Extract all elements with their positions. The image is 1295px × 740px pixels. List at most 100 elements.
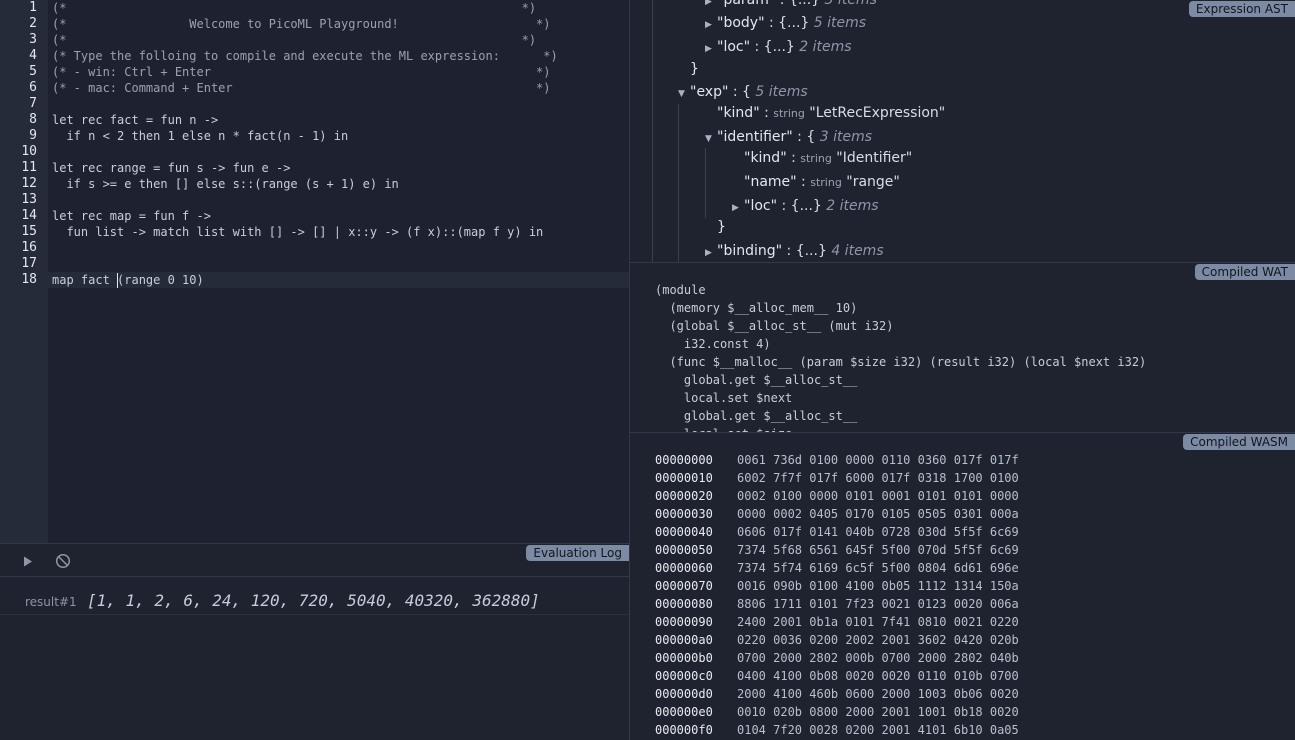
log-entry-label: result#1 xyxy=(25,595,77,609)
tree-guide-line xyxy=(705,148,706,218)
ast-value-type: string xyxy=(800,152,832,165)
editor-line[interactable]: 13 xyxy=(0,192,629,208)
hex-row: 000000d0 2000 4100 460b 0600 2000 1003 0b… xyxy=(655,685,1019,703)
code-text[interactable]: fun list -> match list with [] -> [] | x… xyxy=(52,224,543,240)
expression-ast-panel[interactable]: ▶ "param" : {...} 3 items ▶ "body" : {...} … xyxy=(629,0,1295,262)
hex-address: 00000020 xyxy=(655,489,713,503)
tree-guide-line xyxy=(652,0,653,262)
compiled-wasm-panel: 00000000 0061 736d 0100 0000 0110 0360 01… xyxy=(629,432,1295,740)
code-text[interactable]: (* *) xyxy=(52,32,536,48)
hex-bytes: 7374 5f74 6169 6c5f 5f00 0804 6d61 696e xyxy=(737,561,1019,575)
expand-caret-icon[interactable]: ▶ xyxy=(705,16,717,34)
line-number: 17 xyxy=(21,256,37,271)
ast-node[interactable]: ▶ "binding" : {...} 4 items xyxy=(705,242,884,260)
wat-line: local.set $next xyxy=(655,391,793,405)
editor-line[interactable]: 15 fun list -> match list with [] -> [] … xyxy=(0,224,629,240)
editor-line[interactable]: 7 xyxy=(0,96,629,112)
expand-caret-icon[interactable]: ▶ xyxy=(705,0,717,11)
hex-address: 00000050 xyxy=(655,543,713,557)
ast-value: "range" xyxy=(846,174,900,190)
hex-bytes: 6002 7f7f 017f 6000 017f 0318 1700 0100 xyxy=(737,471,1019,485)
ast-value: "LetRecExpression" xyxy=(809,105,946,121)
ast-value: {...} xyxy=(778,15,810,31)
hex-bytes: 0061 736d 0100 0000 0110 0360 017f 017f xyxy=(737,453,1019,467)
editor-line[interactable]: 18 map fact (range 0 10) xyxy=(0,272,629,288)
ast-key: "binding" xyxy=(717,243,783,259)
code-text[interactable]: (* Welcome to PicoML Playground! *) xyxy=(52,16,551,32)
ast-key: "body" xyxy=(717,15,765,31)
editor-line[interactable]: 14 let rec map = fun f -> xyxy=(0,208,629,224)
code-text[interactable]: (* - mac: Command + Enter *) xyxy=(52,80,551,96)
hex-bytes: 2000 4100 460b 0600 2000 1003 0b06 0020 xyxy=(737,687,1019,701)
editor-line[interactable]: 16 xyxy=(0,240,629,256)
code-text[interactable]: let rec range = fun s -> fun e -> xyxy=(52,160,290,176)
line-number: 14 xyxy=(21,208,37,223)
hex-row: 00000040 0606 017f 0141 040b 0728 030d 5f… xyxy=(655,523,1019,541)
hex-address: 00000030 xyxy=(655,507,713,521)
ast-item-count: 3 items xyxy=(819,129,872,145)
code-text[interactable]: (* - win: Ctrl + Enter *) xyxy=(52,64,551,80)
ast-node[interactable]: ▼ "identifier" : { 3 items xyxy=(705,128,872,146)
evaluation-log-title: Evaluation Log xyxy=(526,545,629,561)
code-text[interactable]: let rec map = fun f -> xyxy=(52,208,211,224)
collapse-caret-icon[interactable]: ▼ xyxy=(678,85,690,103)
ast-value-type: string xyxy=(810,176,842,189)
editor-line[interactable]: 10 xyxy=(0,144,629,160)
ast-node[interactable]: ▶ "loc" : {...} 2 items xyxy=(705,38,852,56)
line-number: 15 xyxy=(21,224,37,239)
code-text[interactable]: (* Type the folloing to compile and exec… xyxy=(52,48,558,64)
hex-row: 00000090 2400 2001 0b1a 0101 7f41 0810 00… xyxy=(655,613,1019,631)
ast-value: { xyxy=(806,129,816,145)
collapse-caret-icon[interactable]: ▼ xyxy=(705,130,717,148)
code-text[interactable]: (* *) xyxy=(52,0,536,16)
line-number: 2 xyxy=(29,16,37,31)
editor-line[interactable]: 11 let rec range = fun s -> fun e -> xyxy=(0,160,629,176)
editor-line[interactable]: 12 if s >= e then [] else s::(range (s +… xyxy=(0,176,629,192)
line-number: 11 xyxy=(21,160,37,175)
hex-address: 000000c0 xyxy=(655,669,713,683)
editor-line[interactable]: 3 (* *) xyxy=(0,32,629,48)
clear-log-button[interactable] xyxy=(55,553,73,571)
run-button[interactable] xyxy=(20,553,36,569)
expand-caret-icon[interactable]: ▶ xyxy=(732,199,744,217)
ast-separator: : xyxy=(764,15,779,31)
editor-line[interactable]: 8 let rec fact = fun n -> xyxy=(0,112,629,128)
hex-address: 00000060 xyxy=(655,561,713,575)
expand-caret-icon[interactable]: ▶ xyxy=(705,244,717,262)
line-number: 5 xyxy=(29,64,37,79)
ast-node[interactable]: ▼ "exp" : { 5 items xyxy=(678,83,808,101)
hex-bytes: 0016 090b 0100 4100 0b05 1112 1314 150a xyxy=(737,579,1019,593)
hex-row: 00000060 7374 5f74 6169 6c5f 5f00 0804 6d… xyxy=(655,559,1019,577)
code-text[interactable]: let rec fact = fun n -> xyxy=(52,112,218,128)
code-text[interactable]: if n < 2 then 1 else n * fact(n - 1) in xyxy=(52,128,348,144)
wat-line: global.get $__alloc_st__ xyxy=(655,409,858,423)
editor-line[interactable]: 9 if n < 2 then 1 else n * fact(n - 1) i… xyxy=(0,128,629,144)
code-editor[interactable]: 1 (* *) 2 (* Welcome to PicoML Playground! … xyxy=(0,0,629,543)
line-number: 13 xyxy=(21,192,37,207)
editor-line[interactable]: 5 (* - win: Ctrl + Enter *) xyxy=(0,64,629,80)
ast-node[interactable]: ▶ "loc" : {...} 2 items xyxy=(732,197,879,215)
ast-key: "loc" xyxy=(744,198,778,214)
ast-item-count: 2 items xyxy=(799,39,852,55)
editor-line[interactable]: 6 (* - mac: Command + Enter *) xyxy=(0,80,629,96)
hex-address: 000000d0 xyxy=(655,687,713,701)
ast-node[interactable]: ▶ "param" : {...} 3 items xyxy=(705,0,877,9)
ast-node[interactable]: ▶ "body" : {...} 5 items xyxy=(705,14,866,32)
clear-icon xyxy=(55,553,71,569)
editor-line[interactable]: 4 (* Type the folloing to compile and exe… xyxy=(0,48,629,64)
editor-line[interactable]: 2 (* Welcome to PicoML Playground! *) xyxy=(0,16,629,32)
ast-value: {...} xyxy=(790,198,822,214)
hex-bytes: 8806 1711 0101 7f23 0021 0123 0020 006a xyxy=(737,597,1019,611)
line-number: 1 xyxy=(29,0,37,15)
ast-separator: : xyxy=(775,0,789,8)
expand-caret-icon[interactable]: ▶ xyxy=(705,40,717,58)
ast-separator: : xyxy=(750,39,764,55)
hex-bytes: 0700 2000 2802 000b 0700 2000 2802 040b xyxy=(737,651,1019,665)
code-text[interactable]: if s >= e then [] else s::(range (s + 1)… xyxy=(52,176,398,192)
hex-bytes: 0104 7f20 0028 0200 2001 4101 6b10 0a05 xyxy=(737,723,1019,737)
code-text[interactable]: map fact (range 0 10) xyxy=(52,272,204,288)
editor-line[interactable]: 1 (* *) xyxy=(0,0,629,16)
line-number: 10 xyxy=(21,144,37,159)
ast-value-type: string xyxy=(773,107,805,120)
editor-line[interactable]: 17 xyxy=(0,256,629,272)
